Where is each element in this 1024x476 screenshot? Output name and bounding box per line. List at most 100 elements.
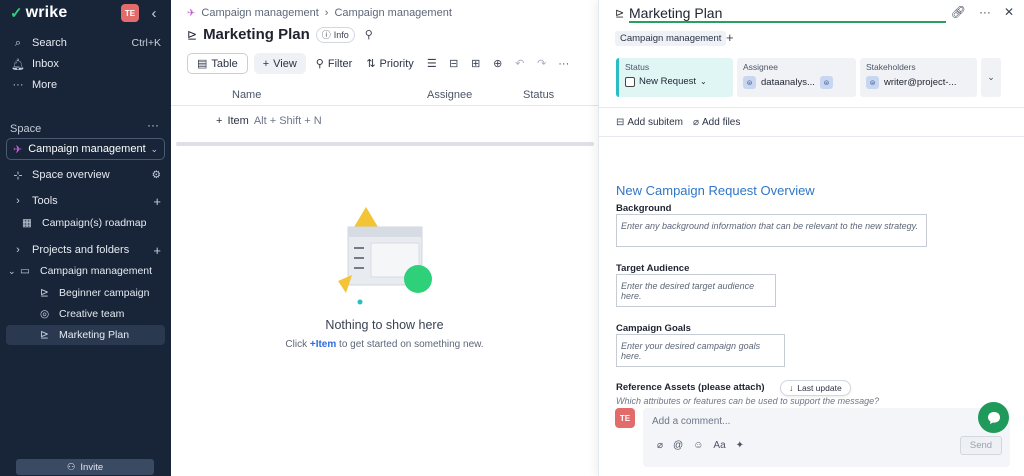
comment-box[interactable]: Add a comment... ⌀ @ ☺ Aa ✦ Send xyxy=(643,408,1010,467)
space-more-icon[interactable]: ··· xyxy=(147,118,159,132)
fields-icon[interactable]: ⊟ xyxy=(446,57,462,70)
emoji-icon[interactable]: ☺ xyxy=(693,440,703,451)
empty-state-subtitle: Click +Item to get started on something … xyxy=(171,339,598,350)
projects-folders-nav[interactable]: › Projects and folders + xyxy=(6,240,165,260)
assignee-field[interactable]: Assignee ⊜ dataanalys... ⊜ xyxy=(737,58,856,97)
section-label-goals: Campaign Goals xyxy=(616,323,691,334)
collapse-sidebar-icon[interactable]: ‹ xyxy=(146,3,162,23)
expand-fields-icon[interactable]: ⌄ xyxy=(981,58,1001,97)
project-marketing-plan[interactable]: ⊵ Marketing Plan xyxy=(6,325,165,345)
section-label-background: Background xyxy=(616,203,672,214)
sidebar: ✓ wrike TE ‹ ⌕ Search Ctrl+K 🔔︎ Inbox ··… xyxy=(0,0,171,476)
add-item-link[interactable]: +Item xyxy=(310,339,336,350)
status-checkbox[interactable] xyxy=(625,76,635,87)
campaign-goals-input[interactable]: Enter your desired campaign goals here. xyxy=(616,334,785,367)
add-subitem-label: Add subitem xyxy=(627,117,683,128)
breadcrumb-item[interactable]: Campaign management xyxy=(334,7,451,19)
project-label: Beginner campaign xyxy=(59,287,150,299)
invite-button[interactable]: ⚇ Invite xyxy=(16,459,154,475)
target-audience-input[interactable]: Enter the desired target audience here. xyxy=(616,274,776,307)
send-button[interactable]: Send xyxy=(960,436,1002,455)
filter-label: Filter xyxy=(327,57,353,70)
user-group-icon: ⊜ xyxy=(743,76,756,89)
project-icon: ⊵ xyxy=(615,8,625,20)
add-tag-icon[interactable]: + xyxy=(726,30,734,45)
column-header-status[interactable]: Status xyxy=(523,89,554,101)
project-label: Creative team xyxy=(59,308,125,320)
more-options-icon[interactable]: ··· xyxy=(979,5,991,19)
add-tool-icon[interactable]: + xyxy=(153,194,161,209)
background-input[interactable]: Enter any background information that ca… xyxy=(616,214,927,247)
overview-icon: ⊹ xyxy=(13,169,23,182)
table-icon: ▤ xyxy=(197,58,208,70)
priority-label: Priority xyxy=(379,57,414,70)
more-label: More xyxy=(32,79,58,91)
stakeholders-label: Stakeholders xyxy=(866,62,916,72)
undo-icon[interactable]: ↶ xyxy=(512,57,528,70)
add-view-button[interactable]: + View xyxy=(253,53,306,74)
attach-icon[interactable]: ⌀ xyxy=(657,440,663,451)
stakeholders-value: writer@project-... xyxy=(884,77,957,88)
table-view-button[interactable]: ▤ Table xyxy=(187,53,248,74)
comment-input[interactable]: Add a comment... xyxy=(652,416,730,427)
copy-link-icon[interactable]: 🔗︎ xyxy=(951,5,966,19)
folder-campaign-management[interactable]: ⌄ ▭ Campaign management xyxy=(8,261,167,281)
page-title[interactable]: Marketing Plan xyxy=(203,26,310,43)
space-overview-nav[interactable]: ⊹ Space overview ⚙ xyxy=(6,165,165,185)
add-subitem-button[interactable]: ⊟ Add subitem xyxy=(616,117,683,128)
priority-button[interactable]: ⇅ Priority xyxy=(362,53,417,74)
chevron-right-icon: › xyxy=(16,195,20,207)
info-button[interactable]: ⓘ Info xyxy=(315,26,355,43)
roadmap-label: Campaign(s) roadmap xyxy=(42,217,147,229)
add-project-icon[interactable]: + xyxy=(153,243,161,258)
wrike-logo[interactable]: ✓ wrike xyxy=(10,3,165,23)
redo-icon[interactable]: ↷ xyxy=(534,57,550,70)
chevron-right-icon: › xyxy=(16,244,20,256)
sort-icon: ⇅ xyxy=(366,58,376,70)
add-files-button[interactable]: ⌀ Add files xyxy=(693,117,740,128)
item-detail-panel: ⊵ Marketing Plan 🔗︎ ··· ✕ Campaign manag… xyxy=(598,0,1024,476)
user-group-icon: ⊜ xyxy=(866,76,879,89)
tools-nav[interactable]: › Tools + xyxy=(6,191,165,211)
panel-actions: 🔗︎ ··· ✕ xyxy=(951,5,1014,19)
more-nav[interactable]: ··· More xyxy=(6,75,165,95)
filter-button[interactable]: ⚲ Filter xyxy=(312,53,357,74)
breadcrumb-item[interactable]: Campaign management xyxy=(201,7,318,19)
plus-icon: + xyxy=(216,115,223,127)
inbox-label: Inbox xyxy=(32,58,59,70)
tools-label: Tools xyxy=(32,195,58,207)
search-label: Search xyxy=(32,37,67,49)
close-icon[interactable]: ✕ xyxy=(1004,5,1014,19)
column-header-assignee[interactable]: Assignee xyxy=(427,89,472,101)
chevron-down-icon: ⌄ xyxy=(700,77,707,86)
user-avatar[interactable]: TE xyxy=(121,4,139,22)
horizontal-scrollbar[interactable] xyxy=(176,142,594,146)
panel-title-input[interactable]: Marketing Plan xyxy=(629,5,946,23)
folder-tag[interactable]: Campaign management xyxy=(615,31,727,46)
tools-child-roadmap[interactable]: ▦ Campaign(s) roadmap xyxy=(22,213,181,233)
status-field[interactable]: Status New Request ⌄ xyxy=(616,58,733,97)
globe-icon[interactable]: ⊕ xyxy=(490,57,506,70)
paperclip-icon: ⌀ xyxy=(692,117,700,128)
stakeholders-field[interactable]: Stakeholders ⊜ writer@project-... xyxy=(860,58,977,97)
search-nav[interactable]: ⌕ Search Ctrl+K xyxy=(6,33,165,53)
arrow-down-icon: ↓ xyxy=(789,383,794,393)
pin-icon[interactable]: ⚲ xyxy=(365,28,373,41)
calendar-icon: ▦ xyxy=(22,217,32,229)
column-header-name[interactable]: Name xyxy=(232,89,261,101)
add-item-row[interactable]: + Item Alt + Shift + N xyxy=(216,115,322,127)
add-assignee-icon[interactable]: ⊜ xyxy=(819,76,833,89)
text-format-icon[interactable]: Aa xyxy=(713,440,725,451)
settings-gear-icon[interactable]: ⚙ xyxy=(152,169,161,181)
inbox-nav[interactable]: 🔔︎ Inbox xyxy=(6,54,165,74)
columns-icon[interactable]: ☰ xyxy=(424,57,440,70)
space-select[interactable]: ✈ Campaign management ⌄ xyxy=(6,138,165,160)
mention-icon[interactable]: @ xyxy=(673,440,683,451)
layout-icon[interactable]: ⊞ xyxy=(468,57,484,70)
chat-bubble-icon[interactable] xyxy=(978,402,1009,433)
last-update-button[interactable]: ↓ Last update xyxy=(780,380,851,396)
subitem-icon: ⊟ xyxy=(616,117,625,128)
ai-sparkle-icon[interactable]: ✦ xyxy=(736,440,744,451)
table-label: Table xyxy=(211,57,238,70)
more-options-icon[interactable]: ··· xyxy=(556,58,572,70)
